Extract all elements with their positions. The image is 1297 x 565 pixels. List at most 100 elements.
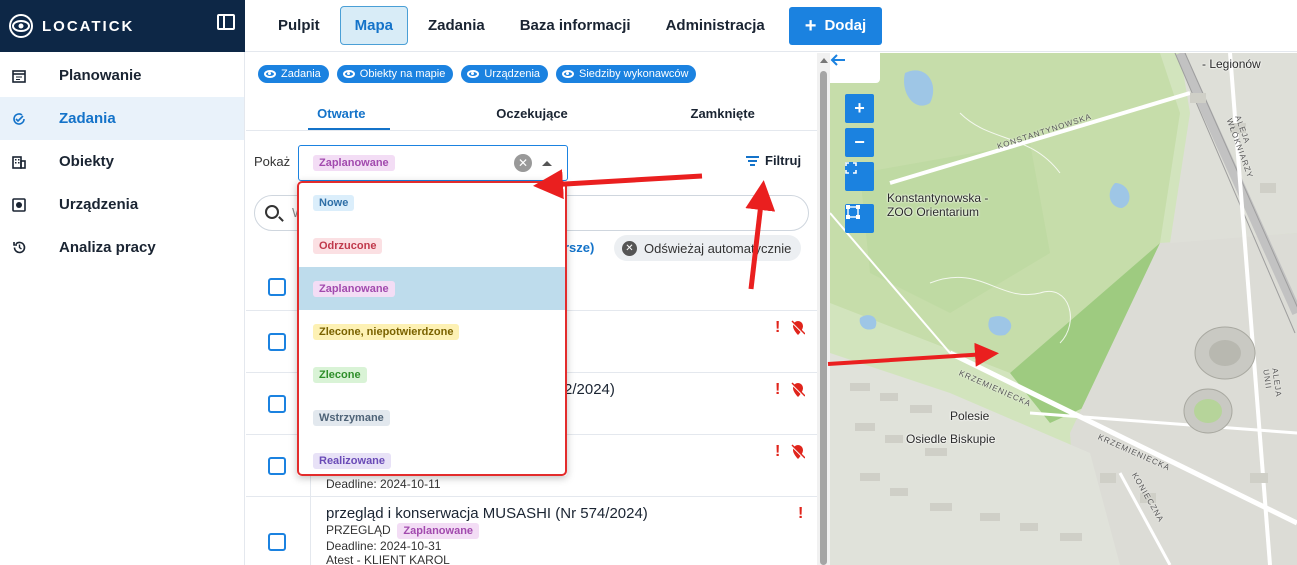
remove-icon[interactable]: ✕	[622, 240, 637, 256]
topnav-pulpit[interactable]: Pulpit	[263, 6, 335, 45]
auto-refresh-chip[interactable]: ✕ Odświeżaj automatycznie	[614, 235, 802, 261]
auto-refresh-label: Odświeżaj automatycznie	[644, 240, 792, 256]
sidebar-item-label: Zadania	[59, 110, 116, 127]
sidebar-toggle-icon[interactable]	[217, 14, 235, 30]
list-scrollbar[interactable]	[817, 53, 830, 565]
zoom-in-button[interactable]: +	[845, 94, 874, 123]
chip-label: Siedziby wykonawców	[579, 68, 689, 80]
dropdown-option-zlecone-niepotwierdzone[interactable]: Zlecone, niepotwierdzone	[297, 310, 567, 353]
chip-label: Urządzenia	[484, 68, 541, 80]
filter-label: Filtruj	[765, 153, 802, 168]
warning-icon: !	[775, 443, 781, 460]
clear-icon[interactable]: ✕	[514, 154, 532, 172]
task-deadline: Deadline: 2024-10-31	[326, 539, 442, 553]
option-badge: Zaplanowane	[313, 280, 395, 297]
sidebar-item-analiza-pracy[interactable]: Analiza pracy	[0, 226, 244, 269]
caret-up-icon[interactable]	[542, 161, 552, 166]
building-icon	[10, 153, 28, 171]
tab-otwarte[interactable]: Otwarte	[246, 95, 437, 130]
warning-icon: !	[775, 319, 781, 336]
map-label-osiedle-biskupie: Osiedle Biskupie	[906, 432, 996, 446]
dropdown-option-nowe[interactable]: Nowe	[297, 181, 567, 224]
task-type: PRZEGLĄD Zaplanowane	[326, 523, 480, 539]
task-status-badge: Zaplanowane	[397, 523, 480, 539]
chip-label: Obiekty na mapie	[359, 68, 446, 80]
filter-icon	[746, 154, 759, 168]
add-button-label: Dodaj	[824, 17, 867, 34]
filter-button[interactable]: Filtruj	[746, 153, 801, 168]
layer-chip-zadania[interactable]: Zadania	[258, 65, 329, 83]
sidebar-item-planowanie[interactable]: Planowanie	[0, 54, 244, 97]
task-type-label: PRZEGLĄD	[326, 523, 391, 537]
brand-bar: LOCATICK	[0, 0, 245, 52]
map-label-polesie: Polesie	[950, 409, 990, 423]
scroll-up-icon[interactable]	[820, 58, 828, 63]
dropdown-option-zaplanowane[interactable]: Zaplanowane	[297, 267, 567, 310]
dropdown-option-wstrzymane[interactable]: Wstrzymane	[297, 396, 567, 439]
tab-oczekujace[interactable]: Oczekujące	[437, 95, 628, 130]
status-select[interactable]: Zaplanowane ✕	[298, 145, 568, 181]
sidebar-item-label: Planowanie	[59, 67, 142, 84]
option-badge: Zlecone	[313, 366, 367, 383]
task-client: Atest - KLIENT KAROL	[326, 553, 450, 565]
option-badge: Wstrzymane	[313, 409, 390, 426]
tab-zamkniete[interactable]: Zamknięte	[627, 95, 818, 130]
active-tab-indicator	[308, 128, 390, 130]
sidebar-item-label: Urządzenia	[59, 196, 139, 213]
status-dropdown: Nowe Odrzucone Zaplanowane Zlecone, niep…	[297, 181, 567, 476]
add-button[interactable]: + Dodaj	[788, 6, 883, 45]
table-row[interactable]: przegląd i konserwacja MUSASHI (Nr 574/2…	[246, 497, 818, 565]
partial-link[interactable]: rsze)	[564, 240, 594, 255]
row-checkbox[interactable]	[268, 333, 286, 351]
no-location-icon	[791, 382, 805, 398]
layer-toggles: Zadania Obiekty na mapie Urządzenia Sied…	[258, 65, 697, 83]
no-location-icon	[791, 444, 805, 460]
sidebar-item-label: Analiza pracy	[59, 239, 156, 256]
sidebar-item-zadania[interactable]: Zadania	[0, 97, 244, 140]
chip-label: Zadania	[281, 68, 321, 80]
row-checkbox[interactable]	[268, 457, 286, 475]
draw-area-button[interactable]	[845, 204, 874, 233]
plus-icon: +	[804, 14, 817, 37]
eye-icon	[342, 70, 355, 78]
row-checkbox[interactable]	[268, 533, 286, 551]
row-checkbox[interactable]	[268, 395, 286, 413]
no-location-icon	[791, 320, 805, 336]
scrollbar-thumb[interactable]	[820, 71, 827, 565]
topnav-administracja[interactable]: Administracja	[651, 6, 780, 45]
show-label: Pokaż	[254, 154, 291, 169]
dropdown-option-odrzucone[interactable]: Odrzucone	[297, 224, 567, 267]
layer-chip-urzadzenia[interactable]: Urządzenia	[461, 65, 549, 83]
zoom-out-button[interactable]: −	[845, 128, 874, 157]
topnav-zadania[interactable]: Zadania	[413, 6, 500, 45]
dropdown-option-zlecone[interactable]: Zlecone	[297, 353, 567, 396]
warning-icon: !	[798, 505, 804, 522]
calendar-icon	[10, 67, 28, 85]
logo-eye-icon	[9, 14, 33, 38]
dropdown-option-realizowane[interactable]: Realizowane	[297, 439, 567, 482]
device-icon	[10, 196, 28, 214]
fullscreen-button[interactable]	[845, 162, 874, 191]
sidebar-item-urzadzenia[interactable]: Urządzenia	[0, 183, 244, 226]
sidebar: Planowanie Zadania Obiekty Urządzenia An…	[0, 52, 245, 565]
history-icon	[10, 239, 28, 257]
layer-chip-siedziby[interactable]: Siedziby wykonawców	[556, 65, 697, 83]
status-tabs: Otwarte Oczekujące Zamknięte	[246, 95, 818, 131]
topnav-baza-informacji[interactable]: Baza informacji	[505, 6, 646, 45]
sidebar-item-obiekty[interactable]: Obiekty	[0, 140, 244, 183]
option-badge: Realizowane	[313, 452, 392, 469]
warning-icon: !	[775, 381, 781, 398]
eye-icon	[264, 70, 276, 78]
eye-icon	[467, 70, 480, 78]
task-check-icon	[10, 110, 28, 128]
option-badge: Odrzucone	[313, 237, 383, 254]
sidebar-item-label: Obiekty	[59, 153, 115, 170]
layer-chip-obiekty[interactable]: Obiekty na mapie	[336, 65, 454, 83]
select-all-checkbox[interactable]	[268, 278, 286, 296]
option-badge: Nowe	[313, 194, 355, 211]
topnav-mapa[interactable]: Mapa	[339, 6, 409, 45]
map-label-legionow: - Legionów	[1202, 57, 1261, 71]
map-back-button[interactable]	[830, 53, 880, 83]
search-icon	[265, 205, 279, 219]
map-view[interactable]: + − Konstantynowska - ZOO Orientarium Po…	[830, 53, 1297, 565]
